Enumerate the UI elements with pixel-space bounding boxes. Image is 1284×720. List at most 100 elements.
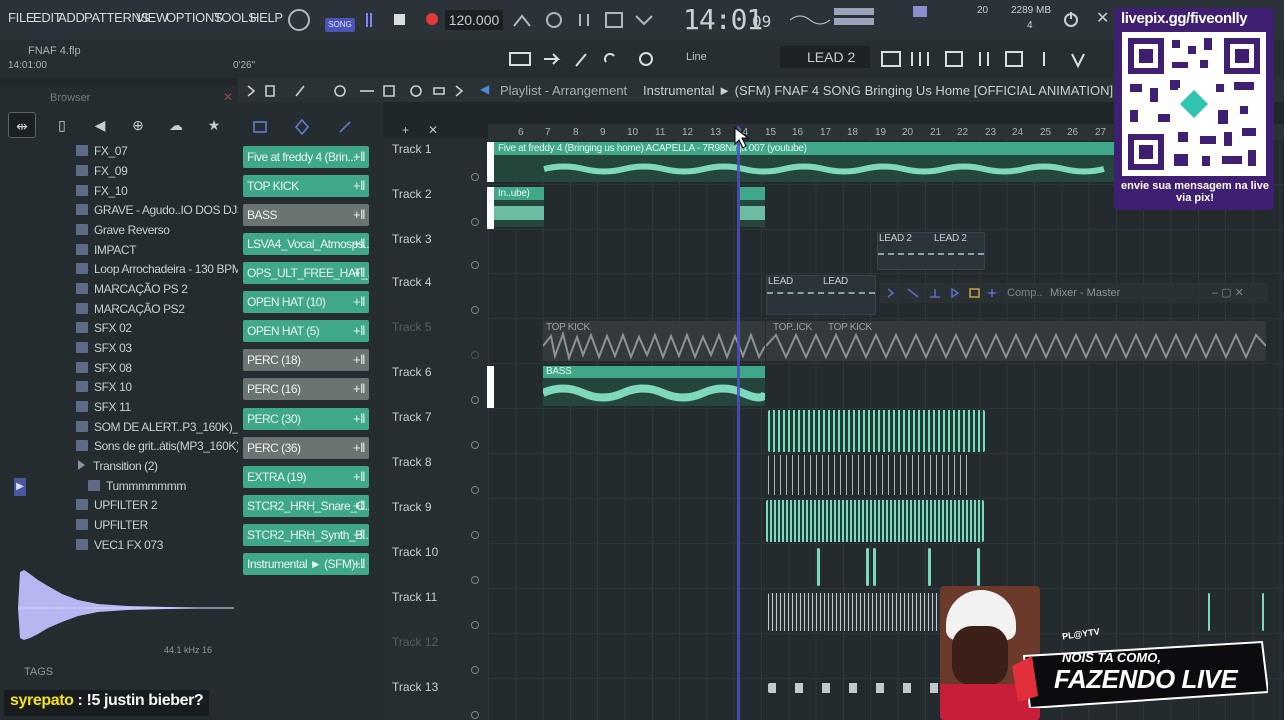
picker-item[interactable]: TOP KICK +‖: [243, 175, 369, 197]
browser-item[interactable]: SFX 02: [70, 321, 132, 340]
picker-item[interactable]: OPEN HAT (5) +‖: [243, 320, 369, 342]
audio-clip-track8[interactable]: [768, 455, 971, 495]
browser-tab-star-icon[interactable]: ★: [200, 112, 228, 138]
audio-clip-track2[interactable]: [740, 187, 765, 227]
browser-folder[interactable]: Transition (2): [70, 459, 158, 478]
track-mute-led[interactable]: [471, 486, 479, 494]
picker-item[interactable]: Instrumental ► (SFM)... +‖: [243, 553, 369, 575]
add-clip-icon[interactable]: +‖: [353, 146, 365, 168]
picker-item[interactable]: LSVA4_Vocal_Atmosps... +‖: [243, 233, 369, 255]
track-name[interactable]: Track 11: [392, 590, 437, 604]
picker-toolbar-icons[interactable]: [250, 118, 370, 138]
browser-item[interactable]: FX_09: [70, 164, 128, 183]
window-shortcuts-icons[interactable]: [880, 48, 1110, 70]
track-name[interactable]: Track 12: [392, 635, 438, 649]
add-track-icon[interactable]: +: [402, 123, 409, 137]
track-name[interactable]: Track 13: [392, 680, 438, 694]
expand-arrow-icon[interactable]: ▶: [14, 478, 26, 496]
mixer-window-controls-icon[interactable]: – ▢ ✕: [1212, 286, 1244, 299]
picker-item[interactable]: STCR2_HRH_Synth_B... +‖: [243, 524, 369, 546]
track-name[interactable]: Track 4: [392, 275, 432, 289]
track-name[interactable]: Track 6: [392, 365, 432, 379]
browser-item[interactable]: VEC1 FX 073: [70, 538, 163, 557]
track-name[interactable]: Track 7: [392, 410, 432, 424]
audio-clip-bass[interactable]: [543, 366, 765, 406]
pattern-selector[interactable]: LEAD 2: [780, 46, 870, 68]
close-icon[interactable]: ✕: [1096, 8, 1109, 28]
song-mode-badge[interactable]: SONG: [325, 18, 355, 32]
picker-item[interactable]: BASS +‖: [243, 204, 369, 226]
transport-tools-icons[interactable]: [510, 8, 670, 32]
picker-item[interactable]: OPS_ULT_FREE_HAT_... +‖: [243, 262, 369, 284]
track-name[interactable]: Track 2: [392, 187, 432, 201]
browser-tab-plugin-icon[interactable]: ⊕: [124, 112, 152, 138]
browser-item[interactable]: SOM DE ALERT..P3_160K)_1: [70, 420, 245, 439]
track-mute-led[interactable]: [471, 666, 479, 674]
track-mute-led[interactable]: [471, 621, 479, 629]
playlist-header-tools-icons[interactable]: [244, 82, 474, 100]
browser-item[interactable]: SFX 03: [70, 341, 132, 360]
browser-tab-speaker-icon[interactable]: ◀: [86, 112, 114, 138]
browser-item[interactable]: MARCAÇÃO PS 2: [70, 282, 188, 301]
audio-clip-track10[interactable]: [928, 548, 931, 586]
track-mute-led[interactable]: [471, 218, 479, 226]
browser-item[interactable]: Tummmmmmm: [82, 479, 186, 498]
track-mute-led[interactable]: [471, 261, 479, 269]
audio-clip-track10[interactable]: [817, 548, 820, 586]
picker-item[interactable]: EXTRA (19) +‖: [243, 466, 369, 488]
browser-item[interactable]: Loop Arrochadeira - 130 BPM: [70, 262, 242, 281]
menu-help[interactable]: HELP: [250, 10, 283, 25]
track-mute-led[interactable]: [471, 711, 479, 719]
picker-item[interactable]: Five at freddy 4 (Brin... +‖: [243, 146, 369, 168]
pause-icon[interactable]: [366, 13, 372, 27]
audio-clip-track10[interactable]: [977, 548, 980, 586]
add-clip-icon[interactable]: +‖: [353, 204, 365, 226]
track-mute-led[interactable]: [471, 576, 479, 584]
browser-item[interactable]: FX_10: [70, 184, 128, 203]
add-clip-icon[interactable]: +‖: [353, 291, 365, 313]
add-clip-icon[interactable]: +‖: [353, 437, 365, 459]
browser-tab-files-icon[interactable]: ▯: [48, 112, 76, 138]
track-name[interactable]: Track 8: [392, 455, 432, 469]
add-clip-icon[interactable]: +‖: [353, 349, 365, 371]
remove-track-icon[interactable]: ✕: [428, 123, 438, 137]
track-name[interactable]: Track 5: [392, 320, 432, 334]
playlist-tools-icons[interactable]: [508, 48, 668, 70]
add-clip-icon[interactable]: +‖: [353, 320, 365, 342]
pattern-clip-track13[interactable]: [768, 683, 943, 693]
track-mute-led[interactable]: [471, 306, 479, 314]
track-name[interactable]: Track 1: [392, 142, 432, 156]
browser-item[interactable]: SFX 08: [70, 361, 132, 380]
record-icon[interactable]: [426, 13, 438, 25]
browser-item[interactable]: UPFILTER 2: [70, 498, 158, 517]
browser-item[interactable]: GRAVE - Agudo..IO DOS DJS ]: [70, 203, 251, 222]
browser-item[interactable]: IMPACT: [70, 243, 136, 262]
add-clip-icon[interactable]: +‖: [353, 175, 365, 197]
tempo-display[interactable]: 120.000: [445, 10, 503, 30]
audio-clip-track11[interactable]: [1262, 593, 1264, 631]
browser-item[interactable]: Grave Reverso: [70, 223, 170, 242]
track-mute-led[interactable]: [471, 351, 479, 359]
audio-clip-track10[interactable]: [866, 548, 869, 586]
pattern-song-toggle-icon[interactable]: [286, 7, 312, 33]
picker-item[interactable]: PERC (18) +‖: [243, 349, 369, 371]
audio-clip-track10[interactable]: [873, 548, 876, 586]
add-clip-icon[interactable]: +‖: [353, 262, 365, 284]
track-name[interactable]: Track 9: [392, 500, 432, 514]
browser-close-icon[interactable]: ✕: [223, 90, 233, 104]
track-mute-led[interactable]: [471, 173, 479, 181]
track-name[interactable]: Track 3: [392, 232, 432, 246]
menu-add[interactable]: ADD: [58, 10, 85, 25]
audio-clip-track7[interactable]: [768, 410, 985, 452]
browser-item[interactable]: MARCAÇÃO PS2: [70, 302, 185, 321]
audio-clip-track9[interactable]: [766, 500, 984, 542]
add-clip-icon[interactable]: +‖: [353, 378, 365, 400]
picker-item[interactable]: PERC (30) +‖: [243, 408, 369, 430]
snap-selector[interactable]: Line: [686, 51, 707, 63]
picker-item[interactable]: PERC (36) +‖: [243, 437, 369, 459]
add-clip-icon[interactable]: +‖: [353, 466, 365, 488]
picker-item[interactable]: PERC (16) +‖: [243, 378, 369, 400]
track-mute-led[interactable]: [471, 396, 479, 404]
picker-item[interactable]: STCR2_HRH_Snare_C... +‖: [243, 495, 369, 517]
browser-item[interactable]: UPFILTER: [70, 518, 148, 537]
